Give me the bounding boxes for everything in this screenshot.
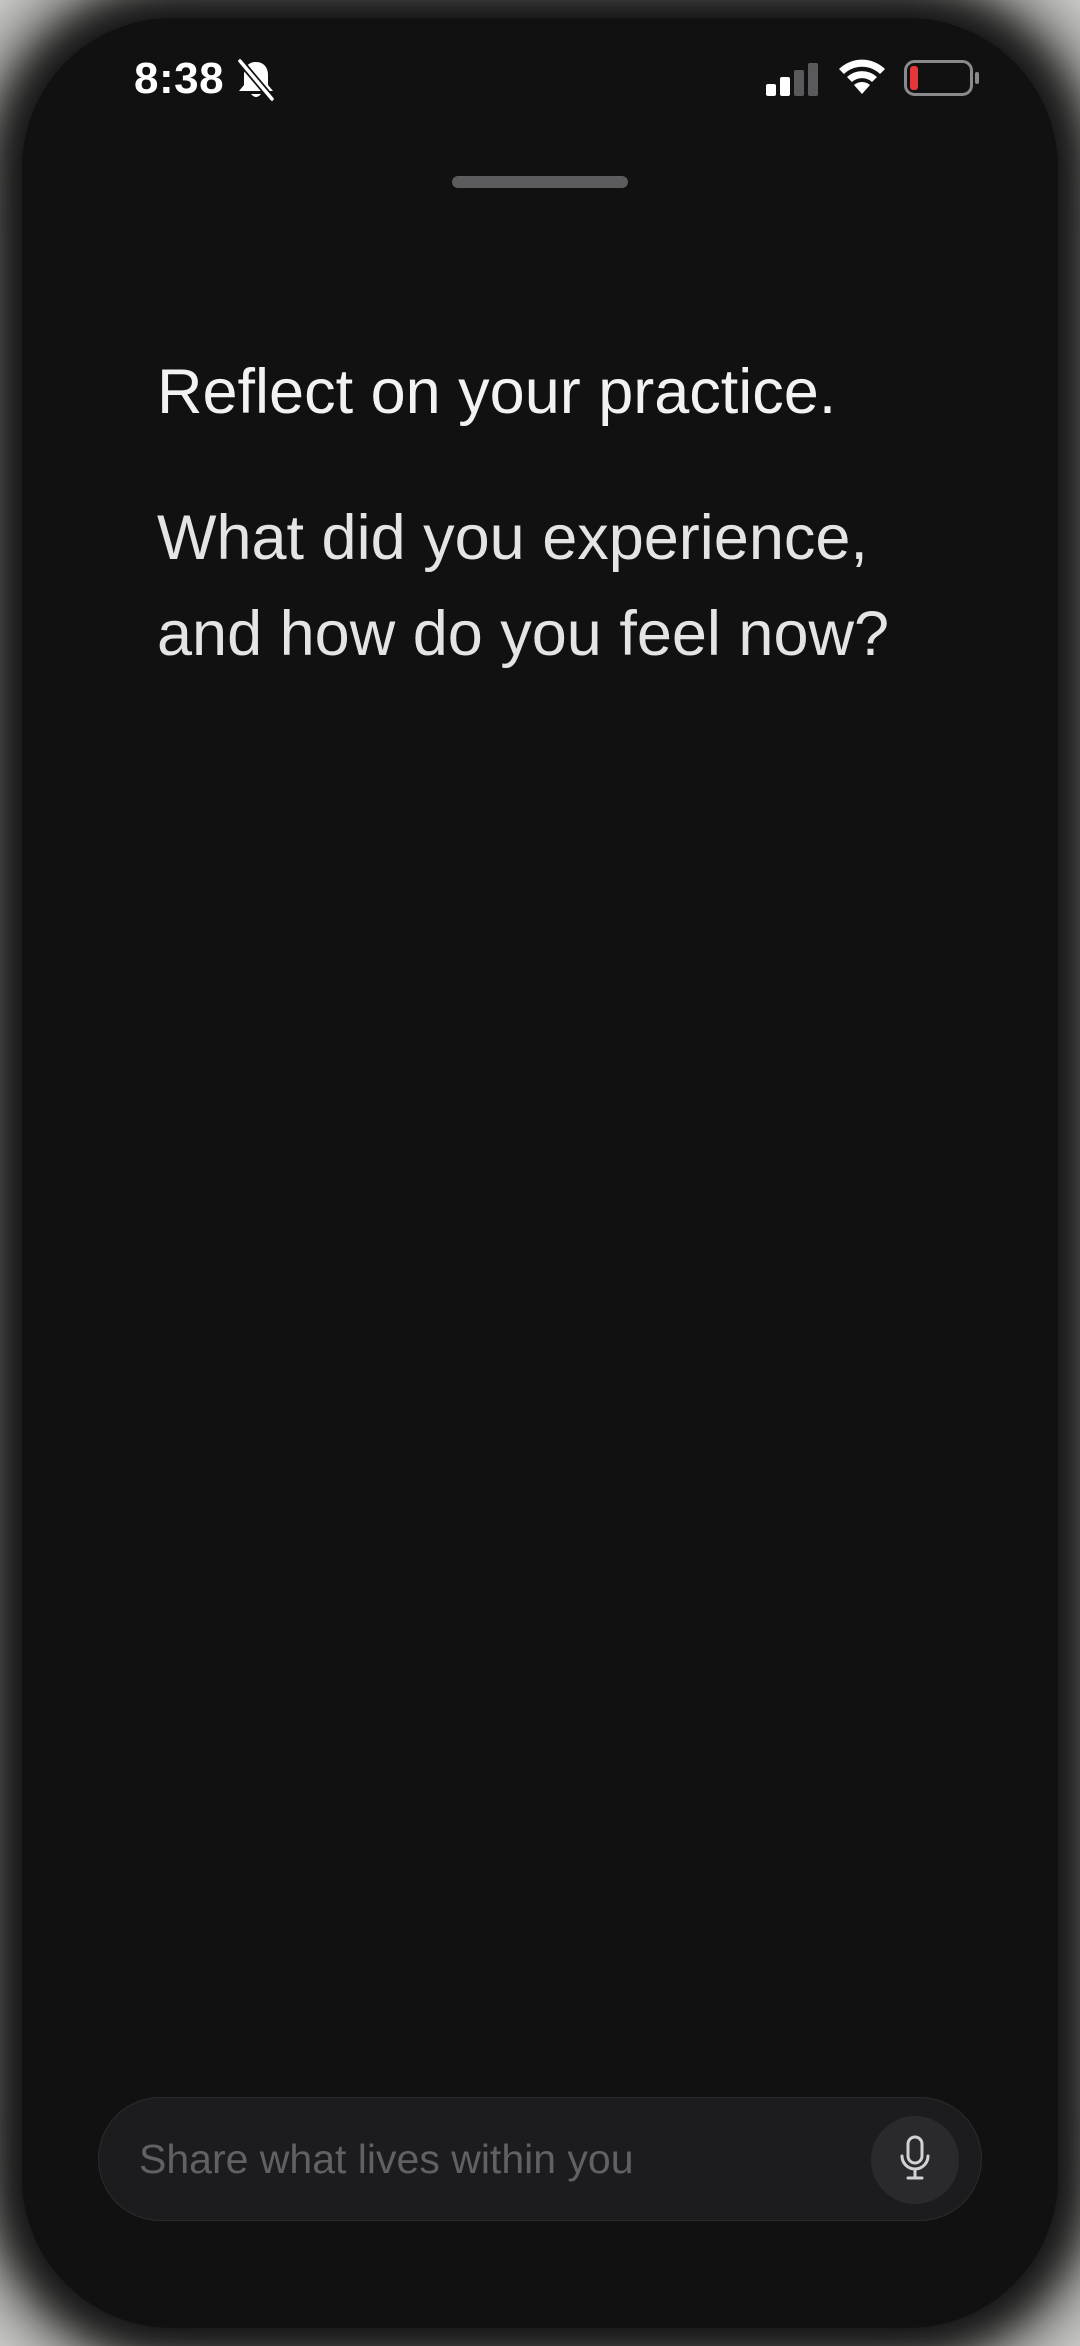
device-frame: 8:38 Reflect on your practice. What did …	[0, 0, 1080, 2346]
battery-low-icon	[904, 60, 980, 96]
status-time: 8:38	[134, 54, 225, 103]
wifi-icon	[836, 58, 888, 96]
reflection-input-bar	[98, 2097, 982, 2221]
sheet-grabber-handle[interactable]	[452, 176, 628, 188]
microphone-button[interactable]	[871, 2116, 959, 2204]
prompt-question: What did you experience, and how do you …	[157, 503, 890, 669]
microphone-icon	[898, 2134, 932, 2187]
bell-slash-icon	[236, 58, 276, 102]
prompt-heading: Reflect on your practice.	[157, 357, 837, 427]
reflection-input[interactable]	[139, 2098, 839, 2220]
status-bar: 8:38	[0, 0, 1080, 160]
cellular-signal-icon	[764, 62, 820, 96]
